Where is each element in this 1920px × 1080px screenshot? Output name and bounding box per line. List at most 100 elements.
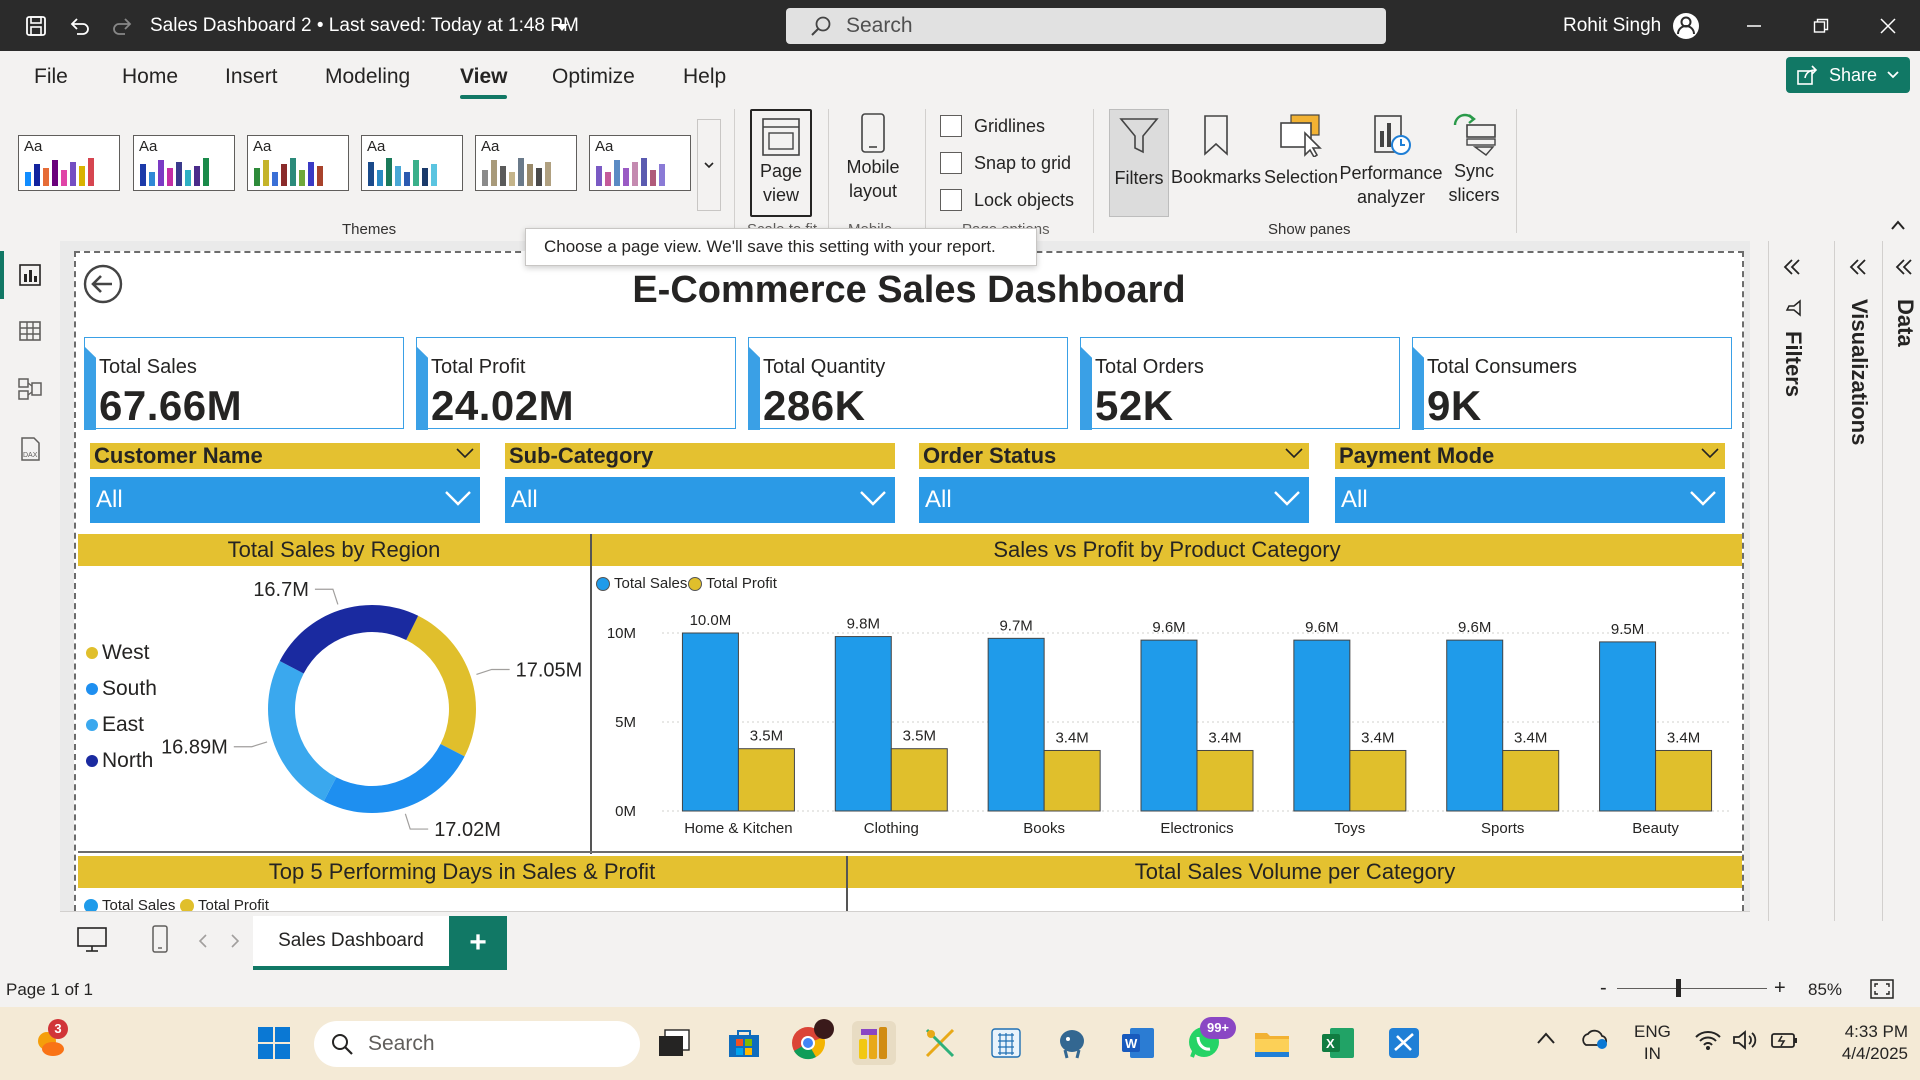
zoom-slider-track[interactable] [1617, 988, 1767, 989]
restore-button[interactable] [1801, 8, 1841, 44]
bar-profit[interactable] [1043, 749, 1101, 812]
add-page-button[interactable]: + [449, 916, 507, 970]
postgresql-icon[interactable] [1050, 1021, 1094, 1065]
snap-to-grid-checkbox[interactable]: Snap to grid [940, 152, 1071, 174]
volume-icon[interactable] [1732, 1029, 1760, 1051]
word-icon[interactable]: W [1116, 1021, 1160, 1065]
theme-4[interactable]: Aa [361, 135, 463, 191]
menu-modeling[interactable]: Modeling [325, 65, 410, 89]
bar-profit[interactable] [737, 748, 795, 812]
menu-insert[interactable]: Insert [225, 65, 278, 89]
user-avatar-icon[interactable] [1670, 10, 1702, 42]
dax-query-view-icon[interactable]: DAX [14, 433, 46, 465]
donut-slice-south[interactable] [323, 744, 465, 813]
donut-slice-west[interactable] [406, 615, 477, 757]
redo-icon[interactable] [108, 12, 136, 40]
filters-pane-button[interactable]: Filters [1109, 109, 1169, 217]
performance-analyzer-button[interactable]: Performance analyzer [1339, 113, 1443, 209]
theme-1[interactable]: Aa [18, 135, 120, 191]
onedrive-status-icon[interactable] [1580, 1027, 1610, 1051]
bar-profit[interactable] [1349, 749, 1407, 812]
microsoft-store-icon[interactable] [722, 1021, 766, 1065]
report-view-icon[interactable] [14, 259, 46, 291]
expand-visualizations-icon[interactable] [1848, 257, 1868, 277]
bookmarks-pane-button[interactable]: Bookmarks [1171, 113, 1261, 189]
selection-pane-button[interactable]: Selection [1262, 113, 1340, 189]
zoom-level[interactable]: 85% [1808, 980, 1842, 1000]
close-button[interactable] [1868, 8, 1908, 44]
category-bar-chart[interactable]: 0M 5M 10M 10.0M 3.5M Home & Kitchen 9.8M 3.5M Cl… [592, 593, 1742, 851]
collapse-ribbon-icon[interactable] [1890, 219, 1906, 231]
bar-sales[interactable] [1140, 639, 1198, 812]
title-search-box[interactable]: Search [786, 8, 1386, 44]
menu-file[interactable]: File [34, 65, 68, 89]
bar-sales[interactable] [834, 636, 892, 812]
region-donut-chart[interactable]: 17.05M 17.02M 16.89M 16.7M [76, 573, 590, 853]
legend-total-sales[interactable]: Total Sales [596, 575, 687, 592]
mobile-layout-button[interactable]: Mobile layout [838, 111, 908, 203]
system-clock[interactable]: 4:33 PM 4/4/2025 [1822, 1021, 1908, 1065]
bar-profit[interactable] [1655, 749, 1713, 812]
visualizations-pane-tab[interactable]: Visualizations [1846, 299, 1872, 445]
bar-sales[interactable] [1599, 641, 1657, 812]
bar-sales[interactable] [681, 632, 739, 812]
page-tab-sales-dashboard[interactable]: Sales Dashboard [253, 916, 449, 970]
slicer-dropdown[interactable]: All [1335, 477, 1725, 523]
lock-objects-checkbox[interactable]: Lock objects [940, 189, 1074, 211]
prev-page-icon[interactable] [198, 934, 208, 948]
undo-icon[interactable] [66, 12, 94, 40]
data-pane-tab[interactable]: Data [1892, 299, 1918, 347]
slicer-dropdown[interactable]: All [90, 477, 480, 523]
slicer-header[interactable]: Customer Name [90, 443, 480, 469]
slicer-header[interactable]: Order Status [919, 443, 1309, 469]
bar-sales[interactable] [987, 637, 1045, 812]
table-view-icon[interactable] [14, 315, 46, 347]
themes-more-button[interactable] [697, 119, 721, 211]
page-view-button[interactable]: Page view [750, 109, 812, 217]
power-bi-icon[interactable] [852, 1021, 896, 1065]
bar-sales[interactable] [1446, 639, 1504, 812]
theme-6[interactable]: Aa [589, 135, 691, 191]
save-icon[interactable] [22, 12, 50, 40]
slicer-header[interactable]: Payment Mode [1335, 443, 1725, 469]
file-explorer-icon[interactable] [1250, 1021, 1294, 1065]
bar-profit[interactable] [1196, 749, 1254, 812]
battery-icon[interactable] [1768, 1029, 1798, 1051]
wifi-icon[interactable] [1694, 1029, 1722, 1051]
slicer-dropdown[interactable]: All [505, 477, 895, 523]
next-page-icon[interactable] [230, 934, 240, 948]
theme-3[interactable]: Aa [247, 135, 349, 191]
expand-filters-icon[interactable] [1782, 257, 1802, 277]
donut-slice-east[interactable] [268, 660, 337, 802]
filters-pane-tab[interactable]: Filters [1780, 331, 1806, 397]
theme-5[interactable]: Aa [475, 135, 577, 191]
start-button-icon[interactable] [252, 1021, 296, 1065]
azure-data-studio-icon[interactable] [1382, 1021, 1426, 1065]
snipping-tool-icon[interactable] [918, 1021, 962, 1065]
zoom-slider-thumb[interactable] [1676, 979, 1681, 997]
slicer-dropdown[interactable]: All [919, 477, 1309, 523]
bar-sales[interactable] [1293, 639, 1351, 812]
legend-total-profit[interactable]: Total Profit [688, 575, 777, 592]
slicer-header[interactable]: Sub-Category [505, 443, 895, 469]
desktop-layout-icon[interactable] [76, 926, 108, 954]
model-view-icon[interactable] [14, 373, 46, 405]
calculator-app-icon[interactable] [984, 1021, 1028, 1065]
user-name[interactable]: Rohit Singh [1563, 15, 1661, 37]
excel-icon[interactable]: X [1316, 1021, 1360, 1065]
task-view-icon[interactable] [652, 1021, 696, 1065]
minimize-button[interactable] [1734, 8, 1774, 44]
mobile-layout-icon[interactable] [150, 924, 170, 954]
donut-slice-north[interactable] [279, 605, 419, 674]
expand-data-icon[interactable] [1894, 257, 1914, 277]
sync-slicers-button[interactable]: Sync slicers [1442, 111, 1506, 207]
title-dropdown-icon[interactable] [548, 14, 576, 42]
menu-home[interactable]: Home [122, 65, 178, 89]
zoom-out-button[interactable]: - [1600, 977, 1607, 1000]
gridlines-checkbox[interactable]: Gridlines [940, 115, 1045, 137]
taskbar-search-box[interactable]: Search [314, 1021, 640, 1067]
menu-help[interactable]: Help [683, 65, 726, 89]
fit-to-page-icon[interactable] [1870, 979, 1894, 999]
share-button[interactable]: Share [1786, 57, 1910, 93]
bar-profit[interactable] [1502, 749, 1560, 812]
